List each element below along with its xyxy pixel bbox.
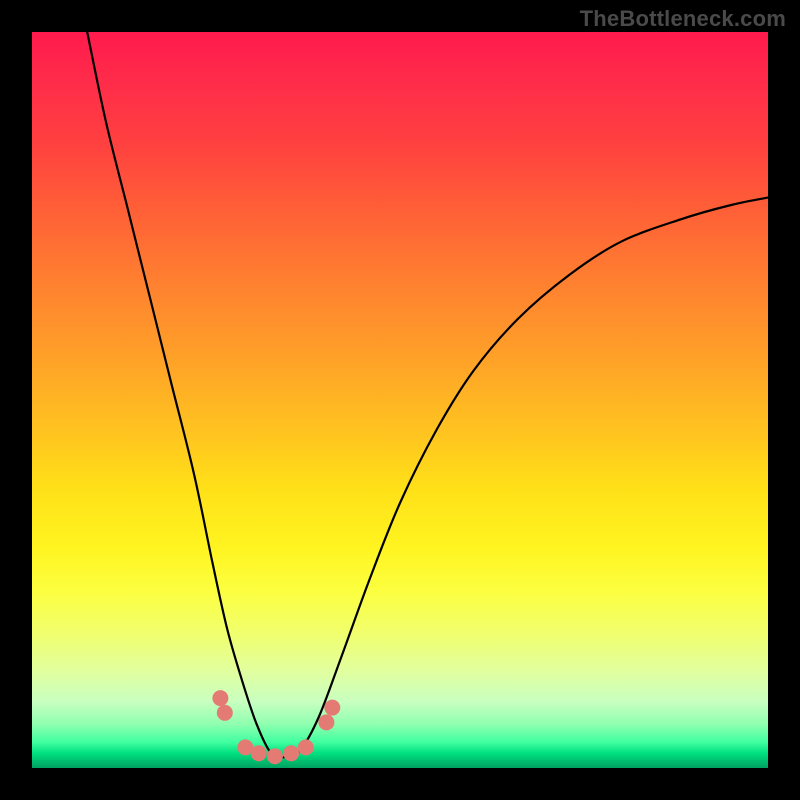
data-marker [298,739,314,755]
data-markers-group [212,690,340,764]
data-marker [267,748,283,764]
bottleneck-curve [87,32,768,758]
data-marker [217,705,233,721]
watermark-text: TheBottleneck.com [580,6,786,32]
data-marker [251,745,267,761]
outer-frame: TheBottleneck.com [0,0,800,800]
plot-area [32,32,768,768]
data-marker [324,700,340,716]
data-marker [212,690,228,706]
chart-svg [32,32,768,768]
data-marker [318,714,334,730]
data-marker [283,745,299,761]
